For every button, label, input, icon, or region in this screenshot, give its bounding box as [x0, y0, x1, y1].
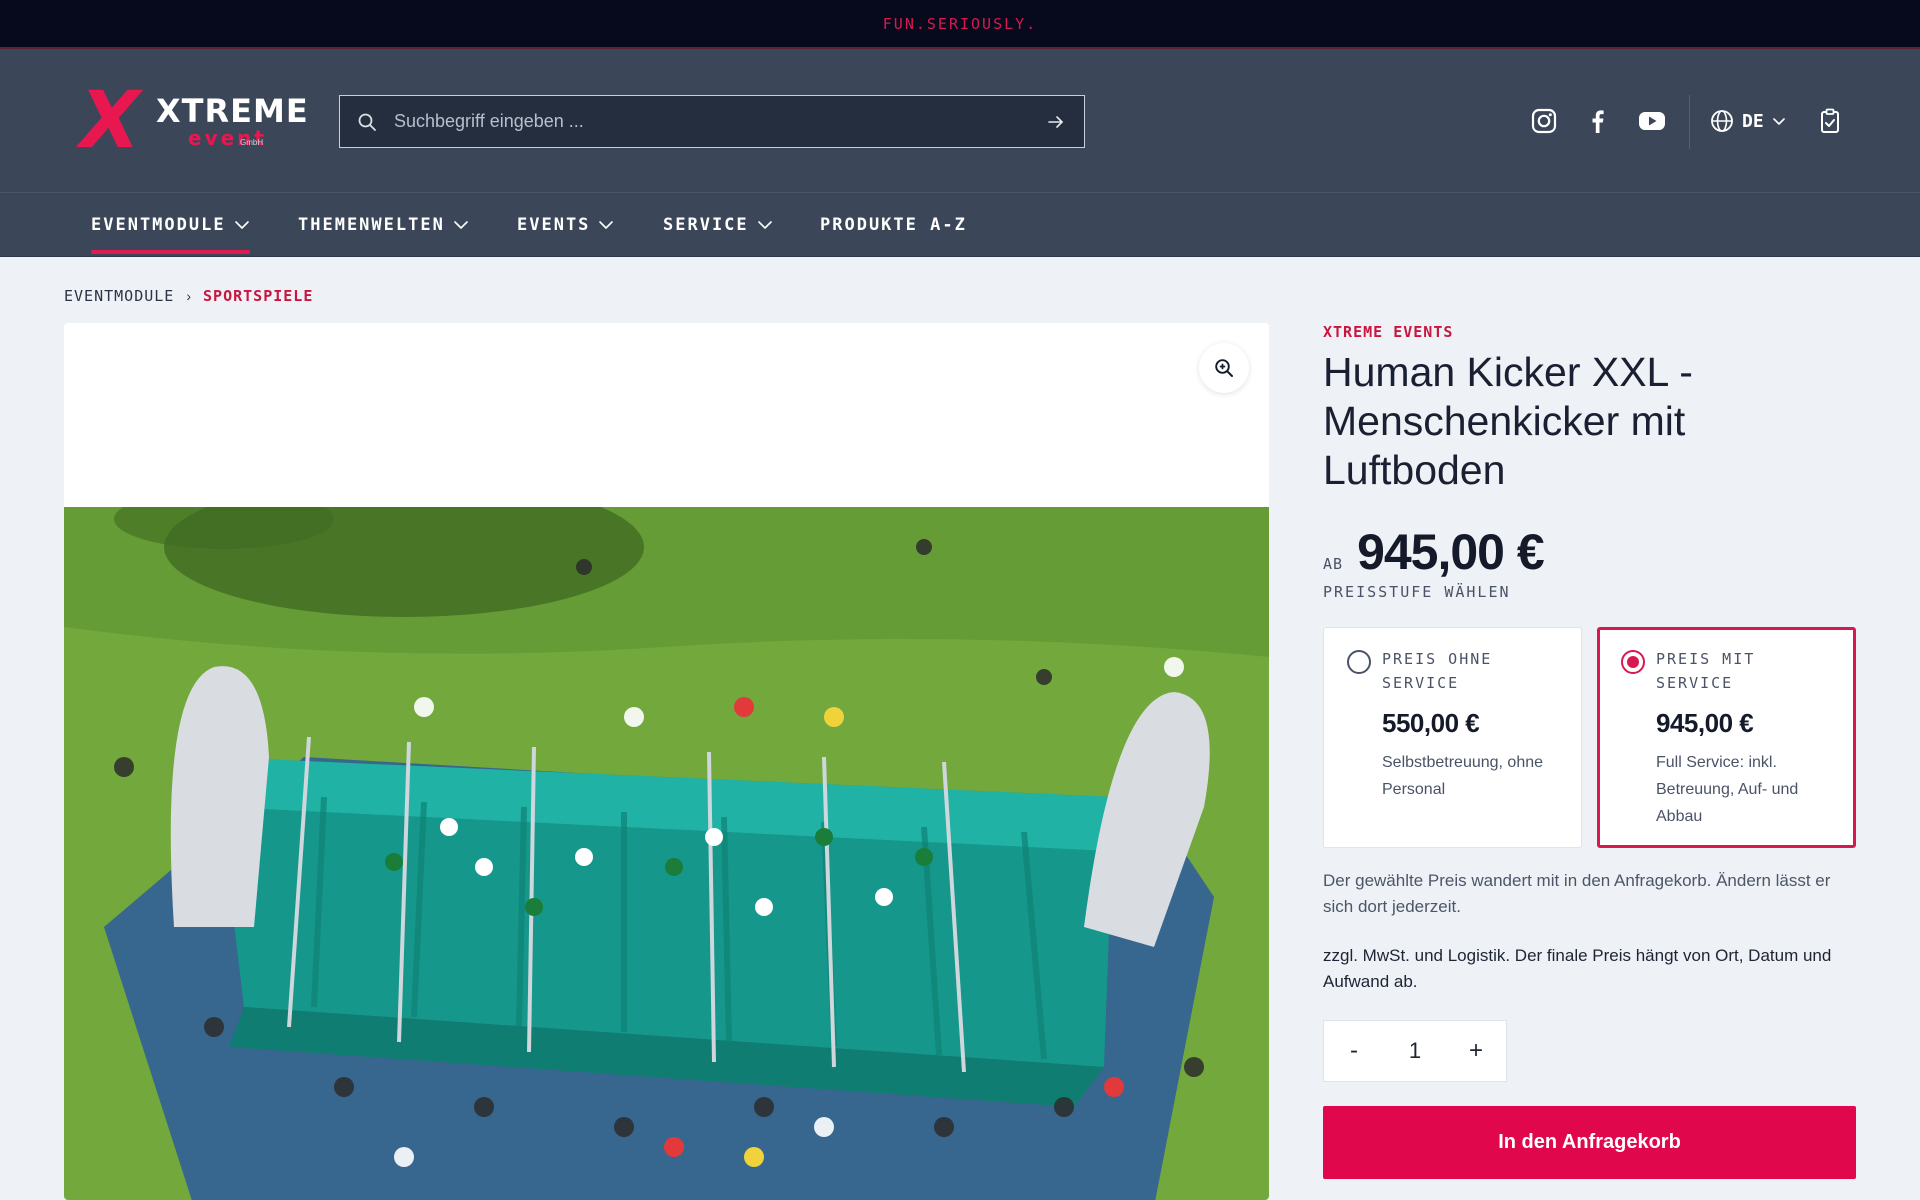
logo-mark: X	[80, 76, 141, 166]
option-description: Full Service: inkl. Betreuung, Auf- und …	[1656, 754, 1799, 825]
nav-item-label: EVENTMODULE	[91, 215, 226, 235]
product-gallery	[64, 323, 1269, 1200]
instagram-icon[interactable]	[1527, 104, 1561, 138]
logo-suffix: GmbH	[240, 138, 264, 147]
price-option-with-service[interactable]: PREIS MIT SERVICE 945,00 € Full Service:…	[1597, 627, 1856, 848]
product-price: 945,00 €	[1357, 524, 1545, 580]
quantity-stepper: - +	[1323, 1020, 1507, 1082]
language-selector[interactable]: DE	[1710, 106, 1786, 136]
nav-item-service[interactable]: SERVICE	[663, 193, 773, 257]
price-block: AB 945,00 €	[1323, 523, 1545, 581]
price-tier-hint: PREISSTUFE WÄHLEN	[1323, 583, 1511, 601]
logo-wordmark-top: XTREME	[156, 92, 309, 130]
nav-item-themenwelten[interactable]: THEMENWELTEN	[298, 193, 469, 257]
breadcrumb-current: SPORTSPIELE	[203, 287, 314, 305]
option-label: PREIS MIT SERVICE	[1656, 650, 1756, 692]
quantity-input[interactable]	[1384, 1038, 1446, 1064]
nav-item-produkte-a-z[interactable]: PRODUKTE A-Z	[820, 193, 967, 257]
nav-item-events[interactable]: EVENTS	[517, 193, 614, 257]
nav-item-label: SERVICE	[663, 215, 749, 235]
arrow-right-icon	[1048, 115, 1063, 128]
nav-item-label: THEMENWELTEN	[298, 215, 445, 235]
search-icon	[340, 112, 394, 132]
zoom-in-icon	[1215, 359, 1233, 377]
tagline: FUN.SERIOUSLY.	[882, 14, 1038, 33]
price-option-without-service[interactable]: PREIS OHNE SERVICE 550,00 € Selbstbetreu…	[1323, 627, 1582, 848]
breadcrumb-link[interactable]: EVENTMODULE	[64, 287, 174, 305]
chevron-down-icon	[599, 221, 614, 229]
breadcrumb: EVENTMODULE › SPORTSPIELE	[64, 287, 313, 305]
radio-button[interactable]	[1621, 650, 1645, 674]
chevron-down-icon	[454, 221, 468, 229]
facebook-icon[interactable]	[1581, 104, 1615, 138]
nav-item-label: EVENTS	[517, 215, 591, 235]
product-title: Human Kicker XXL - Menschenkicker mit Lu…	[1323, 349, 1693, 493]
search-bar	[339, 95, 1085, 148]
youtube-icon[interactable]	[1635, 104, 1669, 138]
breadcrumb-chevron-icon: ›	[186, 288, 192, 304]
globe-icon	[1711, 110, 1733, 132]
chevron-down-icon	[757, 221, 772, 229]
nav-item-label: PRODUKTE A-Z	[820, 215, 967, 235]
option-description: Selbstbetreuung, ohne Personal	[1382, 754, 1544, 798]
search-submit-button[interactable]	[1028, 96, 1084, 147]
basket-note: Der gewählte Preis wandert mit in den An…	[1323, 871, 1831, 916]
radio-button[interactable]	[1347, 650, 1371, 674]
top-announcement-bar: FUN.SERIOUSLY.	[0, 0, 1920, 49]
logo[interactable]: X XTREME event GmbH	[80, 76, 308, 166]
search-input[interactable]	[394, 111, 1028, 132]
add-to-request-basket-button[interactable]: In den Anfragekorb	[1323, 1106, 1856, 1179]
main-navigation: EVENTMODULE THEMENWELTEN EVENTS SERVICE …	[0, 193, 1920, 257]
chevron-down-icon	[1772, 118, 1785, 125]
quantity-increase-button[interactable]: +	[1446, 1021, 1506, 1081]
header-divider	[1689, 95, 1690, 149]
option-price: 945,00 €	[1656, 708, 1754, 738]
price-prefix: AB	[1323, 555, 1344, 573]
quantity-decrease-button[interactable]: -	[1324, 1021, 1384, 1081]
zoom-button[interactable]	[1199, 343, 1249, 393]
language-code: DE	[1742, 110, 1764, 132]
nav-item-eventmodule[interactable]: EVENTMODULE	[91, 193, 250, 257]
request-basket-icon[interactable]	[1813, 104, 1847, 138]
product-brand[interactable]: XTREME EVENTS	[1323, 323, 1453, 341]
chevron-down-icon	[234, 221, 249, 229]
option-price: 550,00 €	[1382, 708, 1480, 738]
site-header: X XTREME event GmbH DE	[0, 49, 1920, 193]
option-label: PREIS OHNE SERVICE	[1382, 650, 1493, 692]
tax-note: zzgl. MwSt. und Logistik. Der finale Pre…	[1323, 946, 1832, 991]
product-image[interactable]	[64, 507, 1269, 1200]
